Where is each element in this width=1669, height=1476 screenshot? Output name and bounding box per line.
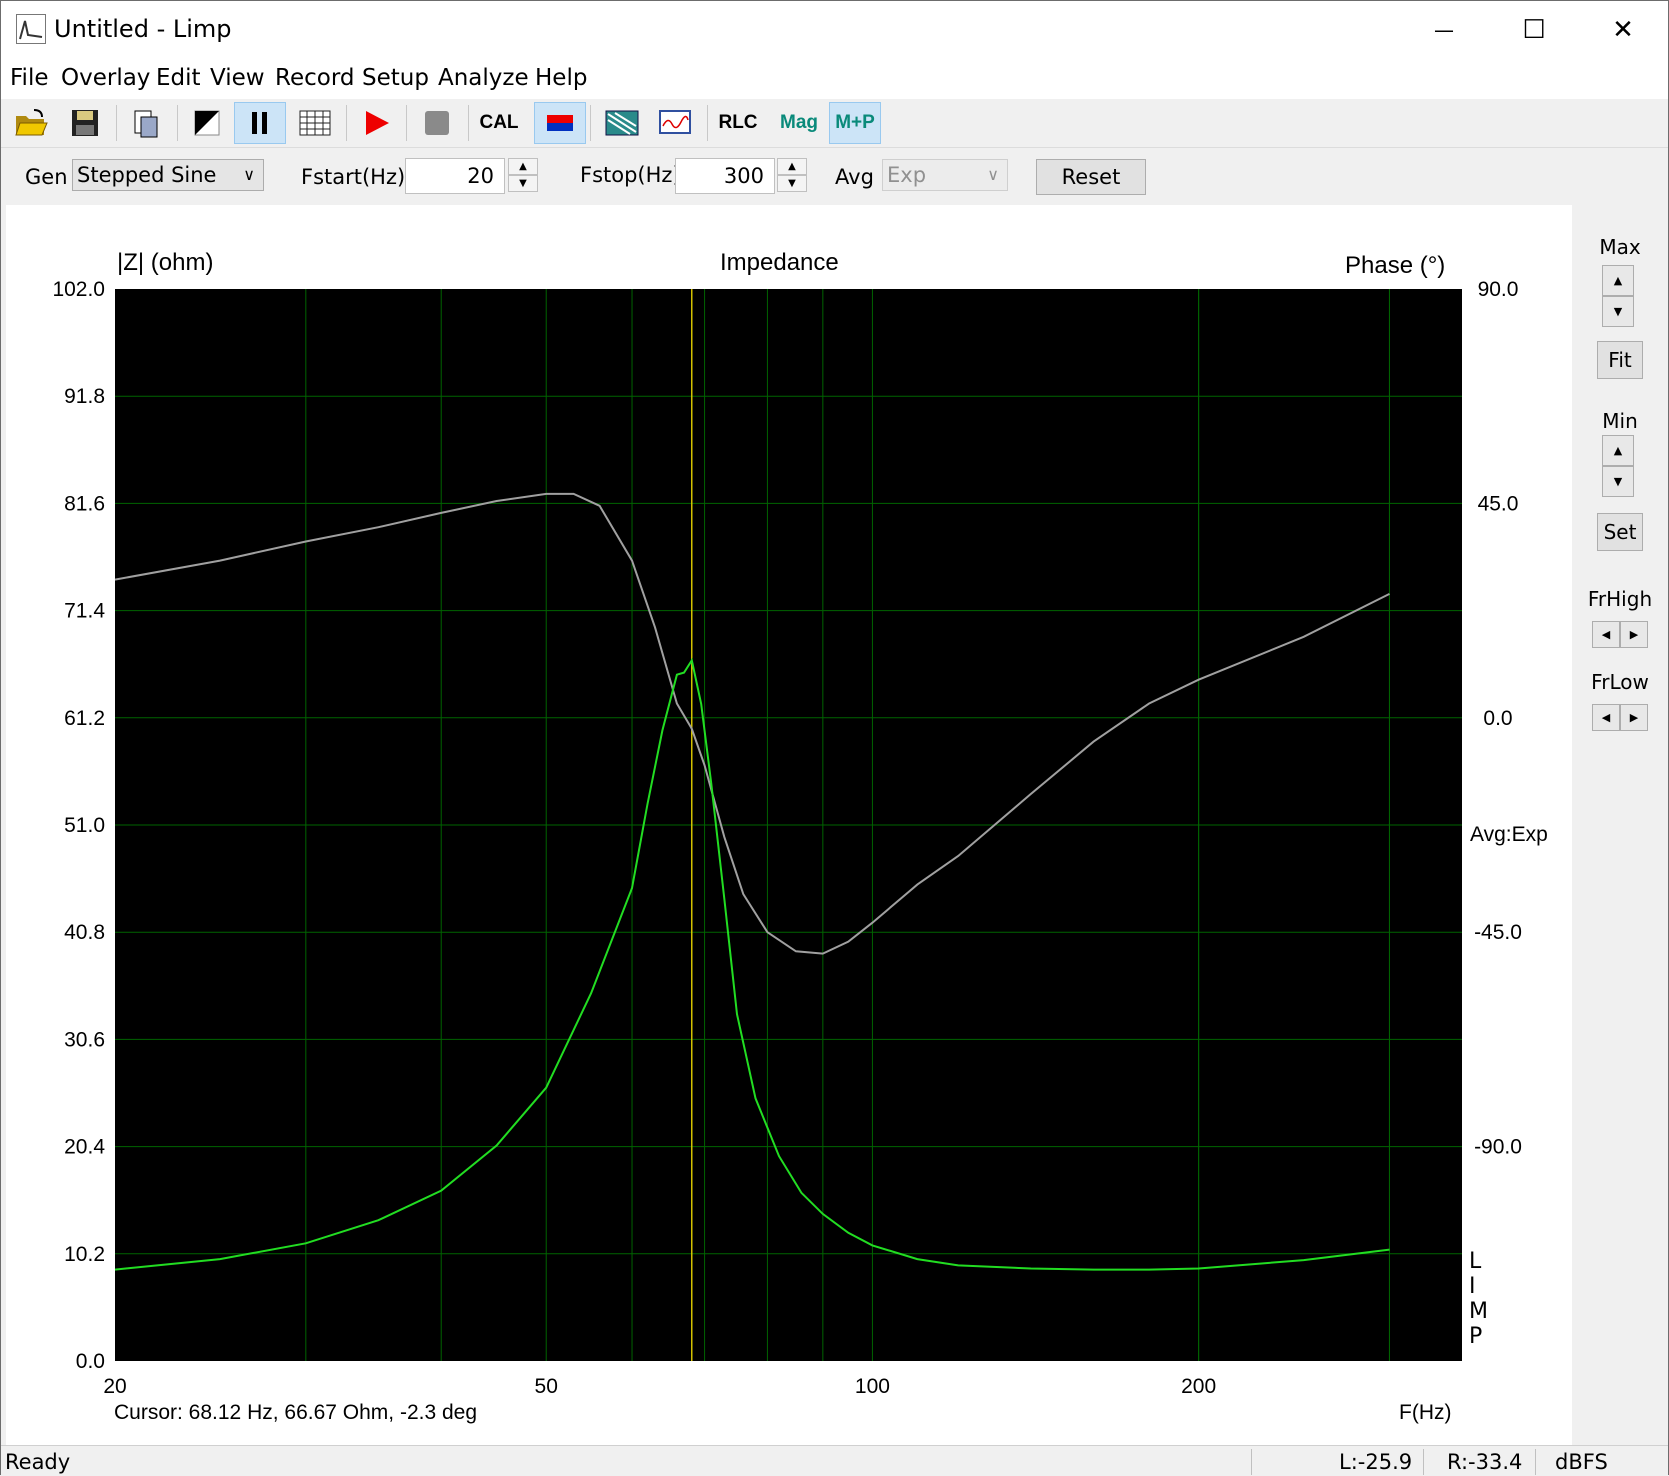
scope-icon[interactable]: [596, 102, 648, 144]
fstop-stepper[interactable]: ▲ ▼: [777, 158, 807, 194]
close-button[interactable]: ✕: [1578, 1, 1668, 59]
y2-tick-label: -90.0: [1474, 1136, 1522, 1159]
menu-record[interactable]: Record: [275, 65, 354, 91]
parameters-bar: Gen Stepped Sine ∨ Fstart(Hz) 20 ▲ ▼ Fstop…: [1, 149, 1668, 204]
x-tick-label: 100: [855, 1375, 890, 1398]
min-up-button[interactable]: ▲: [1602, 435, 1634, 466]
y-tick-label: 40.8: [64, 921, 105, 944]
minimize-button[interactable]: —: [1399, 1, 1489, 59]
scale-panel: Max ▲ ▼ Fit Min ▲ ▼ Set FrHigh ◀ ▶ FrLow…: [1572, 205, 1668, 1445]
frlow-label: FrLow: [1591, 670, 1649, 694]
grid-icon[interactable]: [289, 102, 341, 144]
avg-annotation: Avg:Exp: [1470, 823, 1548, 846]
set-button[interactable]: Set: [1597, 513, 1643, 551]
chevron-down-icon: ∨: [987, 165, 999, 184]
menu-analyze[interactable]: Analyze: [438, 65, 529, 91]
x-tick-label: 50: [535, 1375, 558, 1398]
fstop-label: Fstop(Hz): [580, 163, 681, 187]
toolbar: CAL RLC Mag M+P: [1, 99, 1668, 148]
menu-setup[interactable]: Setup: [362, 65, 429, 91]
fstart-label: Fstart(Hz): [301, 165, 406, 189]
title-bar: Untitled - Limp — ☐ ✕: [1, 1, 1668, 59]
pause-icon[interactable]: [234, 102, 286, 144]
window-title: Untitled - Limp: [54, 15, 232, 43]
min-down-button[interactable]: ▼: [1602, 466, 1634, 497]
menu-bar: File Overlay Edit View Record Setup Anal…: [1, 59, 1668, 99]
frhigh-right-button[interactable]: ▶: [1620, 621, 1648, 648]
max-up-button[interactable]: ▲: [1602, 265, 1634, 296]
y2-tick-label: 90.0: [1478, 278, 1519, 301]
fstart-stepper[interactable]: ▲ ▼: [508, 158, 538, 194]
frlow-right-button[interactable]: ▶: [1620, 704, 1648, 731]
y-tick-label: 20.4: [64, 1136, 105, 1159]
fstop-input[interactable]: 300: [675, 158, 775, 194]
chevron-down-icon: ∨: [243, 165, 255, 184]
y-tick-label: 51.0: [64, 814, 105, 837]
spin-down-icon[interactable]: ▼: [777, 175, 807, 192]
limp-watermark: L I M P: [1469, 1249, 1488, 1349]
cursor-readout: Cursor: 68.12 Hz, 66.67 Ohm, -2.3 deg: [114, 1401, 478, 1424]
plot-panel: |Z| (ohm) Impedance Phase (°) 0.0 10.2 20.…: [6, 205, 1572, 1445]
fstart-input[interactable]: 20: [405, 158, 505, 194]
y-tick-label: 10.2: [64, 1243, 105, 1266]
maximize-button[interactable]: ☐: [1489, 1, 1579, 59]
menu-view[interactable]: View: [210, 65, 265, 91]
frhigh-label: FrHigh: [1587, 587, 1653, 611]
stop-icon[interactable]: [411, 102, 463, 144]
max-down-button[interactable]: ▼: [1602, 296, 1634, 327]
cal-button[interactable]: CAL: [473, 102, 525, 144]
gen-label: Gen: [25, 165, 68, 189]
spin-down-icon[interactable]: ▼: [508, 175, 538, 192]
app-icon: [16, 14, 46, 44]
status-ready: Ready: [5, 1450, 71, 1474]
y-tick-label: 0.0: [76, 1350, 105, 1373]
open-folder-icon[interactable]: [5, 102, 57, 144]
y-tick-label: 102.0: [52, 278, 105, 301]
frlow-left-button[interactable]: ◀: [1592, 704, 1620, 731]
status-unit: dBFS: [1555, 1450, 1608, 1474]
status-right-level: R:-33.4: [1447, 1450, 1523, 1474]
x-tick-label: 20: [103, 1375, 126, 1398]
y-tick-label: 91.8: [64, 385, 105, 408]
x-axis-title: F(Hz): [1399, 1401, 1452, 1424]
fit-button[interactable]: Fit: [1597, 341, 1643, 379]
y2-tick-label: 0.0: [1483, 707, 1512, 730]
impedance-chart[interactable]: 0.0 10.2 20.4 30.6 40.8 51.0 61.2 71.4 81.6 91.8 1…: [6, 205, 1572, 1445]
app-window: Untitled - Limp — ☐ ✕ File Overlay Edit …: [0, 0, 1669, 1476]
y-tick-label: 61.2: [64, 707, 105, 730]
wave-icon[interactable]: [649, 102, 701, 144]
rlc-button[interactable]: RLC: [712, 102, 764, 144]
status-bar: Ready L:-25.9 R:-33.4 dBFS: [1, 1445, 1668, 1476]
x-tick-label: 200: [1181, 1375, 1216, 1398]
menu-help[interactable]: Help: [535, 65, 587, 91]
minimize-icon: —: [1434, 18, 1454, 42]
maximize-icon: ☐: [1522, 15, 1546, 45]
y-tick-label: 71.4: [64, 600, 105, 623]
status-left-level: L:-25.9: [1339, 1450, 1413, 1474]
gen-select[interactable]: Stepped Sine ∨: [72, 159, 264, 191]
menu-overlay[interactable]: Overlay: [61, 65, 150, 91]
mp-button[interactable]: M+P: [829, 102, 881, 144]
y2-tick-label: 45.0: [1478, 492, 1519, 515]
y-tick-label: 30.6: [64, 1028, 105, 1051]
reset-button[interactable]: Reset: [1036, 159, 1146, 195]
y-tick-label: 81.6: [64, 492, 105, 515]
copy-icon[interactable]: [120, 102, 172, 144]
avg-select: Exp ∨: [882, 159, 1008, 191]
frhigh-left-button[interactable]: ◀: [1592, 621, 1620, 648]
menu-file[interactable]: File: [10, 65, 49, 91]
min-label: Min: [1602, 409, 1638, 433]
y2-tick-label: -45.0: [1474, 921, 1522, 944]
spin-up-icon[interactable]: ▲: [777, 158, 807, 175]
spin-up-icon[interactable]: ▲: [508, 158, 538, 175]
mag-button[interactable]: Mag: [773, 102, 825, 144]
max-label: Max: [1599, 235, 1641, 259]
avg-label: Avg: [835, 165, 874, 189]
close-icon: ✕: [1612, 15, 1634, 45]
contrast-icon[interactable]: [181, 102, 233, 144]
record-icon[interactable]: [351, 102, 403, 144]
color-icon[interactable]: [534, 102, 586, 144]
menu-edit[interactable]: Edit: [156, 65, 201, 91]
save-icon[interactable]: [59, 102, 111, 144]
